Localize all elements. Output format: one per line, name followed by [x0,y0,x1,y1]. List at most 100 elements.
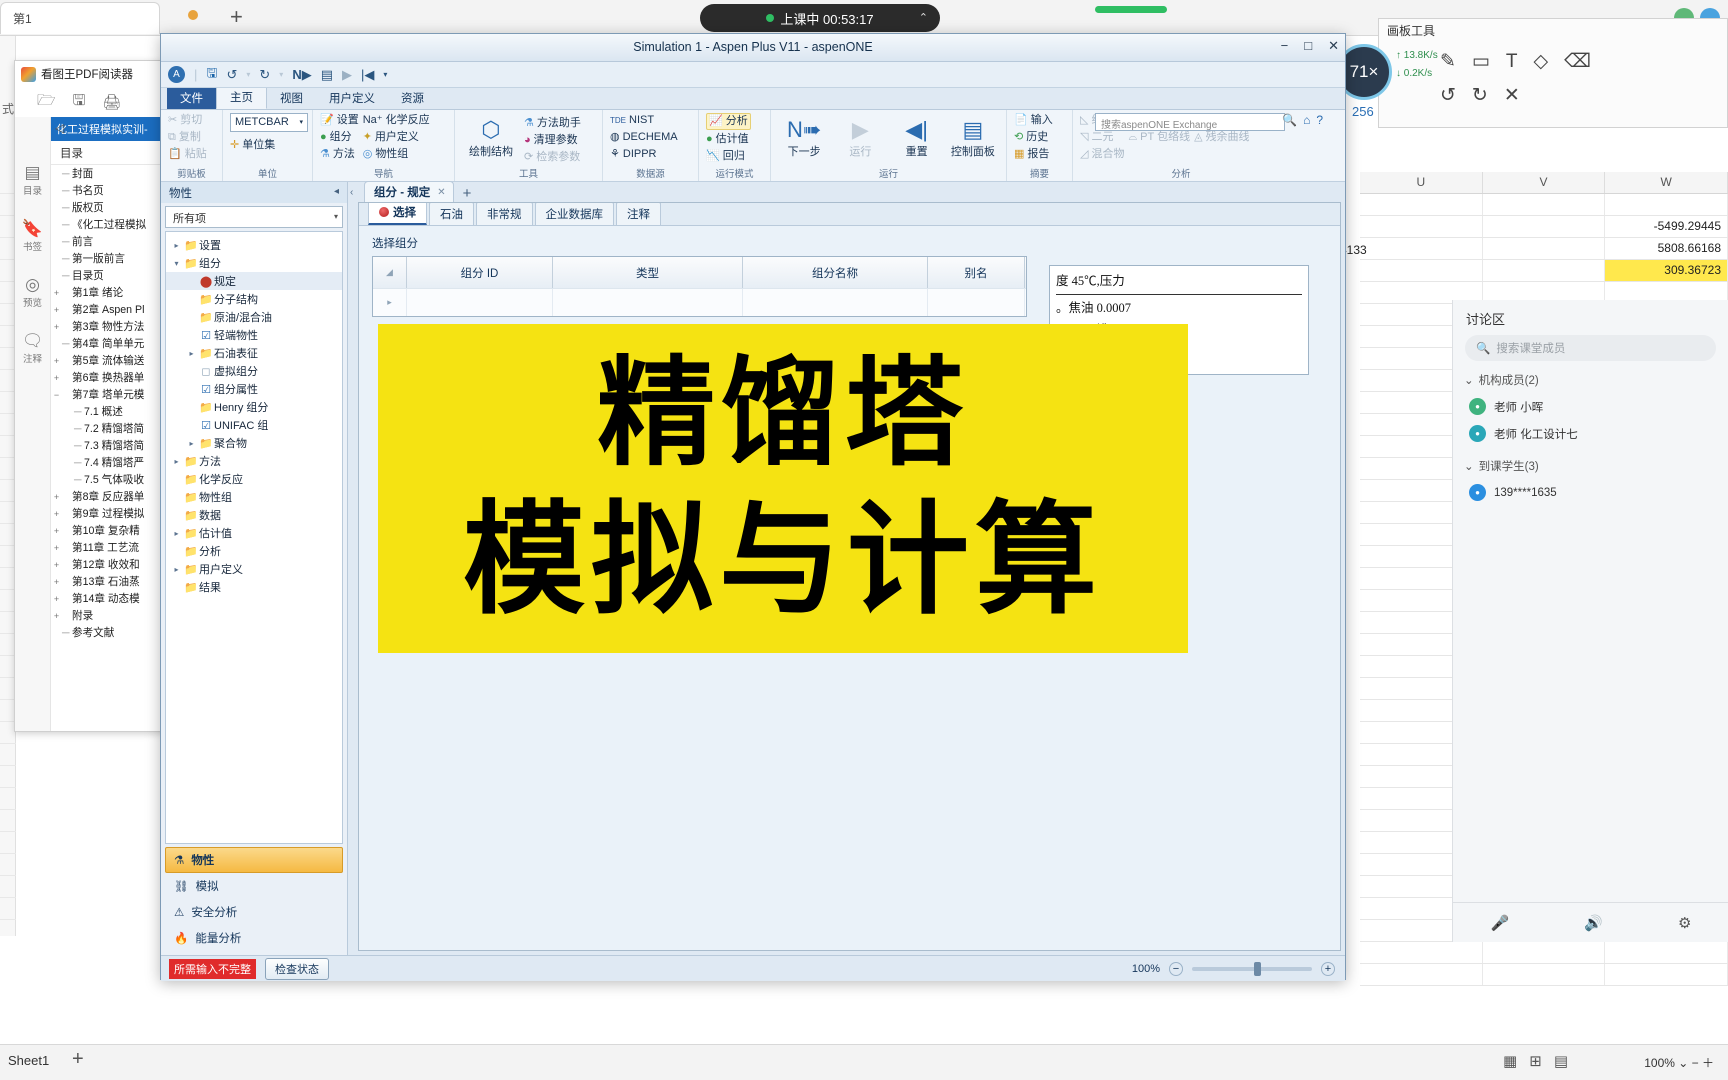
twisty-icon[interactable]: ▸ [185,349,198,358]
new-document-tab-button[interactable]: + [463,185,472,202]
reset-icon[interactable]: |◀ [361,67,374,83]
nav-mode-switcher[interactable]: ⚗物性⛓模拟⚠安全分析🔥能量分析 [161,844,347,955]
spreadsheet-cell[interactable] [1605,194,1728,215]
components-grid[interactable]: ◢ 组分 ID 类型 组分名称 别名 ▸ [372,256,1027,317]
unit-sets-button[interactable]: ✛单位集 [230,138,308,153]
dippr-button[interactable]: ⚘DIPPR [610,147,678,162]
pdf-rail-目录[interactable]: ▤目录 [15,163,50,197]
binary-button[interactable]: ◹二元 [1080,130,1124,145]
pdf-outline-item[interactable]: ─参考文献 [51,624,175,641]
setup-button[interactable]: 📝设置 [320,113,359,128]
chevron-down-icon[interactable]: ▾ [299,117,303,128]
nav-mode-物性[interactable]: ⚗物性 [165,847,343,873]
dechema-button[interactable]: ◍DECHEMA [610,130,678,145]
paint-tools-row-1[interactable]: ✎ ▭ T ◇ ⌫ [1440,50,1591,73]
search-actions[interactable]: 🔍 ⌂ ? [1282,113,1323,127]
pdf-outline-item[interactable]: +第10章 复杂精 [51,522,175,539]
inner-tab-选择[interactable]: 选择 [368,202,427,225]
pdf-outline-item[interactable]: ─前言 [51,233,175,250]
home-icon[interactable]: ⌂ [1303,113,1310,127]
pdf-outline-item[interactable]: ─7.4 精馏塔严 [51,454,175,471]
pdf-outline-item[interactable]: +第1章 绪论 [51,284,175,301]
chevron-down-icon[interactable]: ▾ [334,212,338,221]
ribbon-tab-文件[interactable]: 文件 [167,87,216,109]
pdf-outline-item[interactable]: ─目录页 [51,267,175,284]
estimation-button[interactable]: ●估计值 [706,132,751,147]
customize-button[interactable]: ✦用户定义 [363,130,430,145]
column-header-W[interactable]: W [1605,172,1728,193]
twisty-icon[interactable]: + [51,524,62,538]
chevron-down-icon[interactable]: ⌄ [1464,459,1474,473]
inner-tab-企业数据库[interactable]: 企业数据库 [535,202,615,225]
nav-tree-item-石油表征[interactable]: ▸📁石油表征 [166,344,342,362]
row-header[interactable] [0,832,16,854]
twisty-icon[interactable]: + [51,371,62,385]
nav-tree[interactable]: ▸📁设置▾📁组分⬤规定📁分子结构📁原油/混合油☑轻端物性▸📁石油表征◻虚拟组分☑… [165,231,343,844]
nav-tree-item-组分属性[interactable]: ☑组分属性 [166,380,342,398]
mixture-button[interactable]: ◿混合物 [1080,147,1124,162]
nav-tree-item-结果[interactable]: 📁结果 [166,578,342,596]
spreadsheet-cell[interactable]: -5499.29445 [1605,216,1728,237]
pdf-outline-item[interactable]: +第14章 动态模 [51,590,175,607]
twisty-icon[interactable]: ▸ [170,565,183,574]
paint-tools-row-2[interactable]: ↺ ↻ ✕ [1440,84,1520,107]
twisty-icon[interactable]: + [51,609,62,623]
spreadsheet-cell[interactable] [1360,942,1483,963]
pdf-outline-item[interactable]: ─7.1 概述 [51,403,175,420]
spreadsheet-row[interactable] [1360,942,1728,964]
run-icon[interactable]: ▶ [342,67,352,83]
list-item[interactable]: ●老师 化工设计七 [1453,420,1728,447]
collapse-outline-icon[interactable]: ◁ [55,121,64,135]
save-icon[interactable]: 🖫 [73,90,86,115]
pt-envelope-button[interactable]: ⌓PT 包络线 [1128,130,1190,145]
methods-button[interactable]: ⚗方法 [320,147,359,162]
member-group-header[interactable]: ⌄机构成员(2) [1453,361,1728,393]
inner-tab-非常规[interactable]: 非常规 [476,202,533,225]
control-panel-button[interactable]: ▤控制面板 [947,117,999,159]
spreadsheet-row[interactable]: -5499.29445 [1360,216,1728,238]
next-step-icon[interactable]: N▶ [292,67,311,83]
residue-curve-button[interactable]: ◬残余曲线 [1194,130,1249,145]
analysis-button[interactable]: 📈分析 [706,113,751,130]
quick-access-toolbar[interactable]: A | 🖫 ↺▾ ↻▾ N▶ ▤ ▶ |◀ ▾ [161,62,1345,88]
zoom-chevron-icon[interactable]: ⌄ − ＋ [1678,1056,1714,1070]
undo-icon[interactable]: ↺ [1440,84,1456,107]
units-set-dropdown[interactable]: METCBAR ▾ [230,113,308,132]
ribbon-tab-用户定义[interactable]: 用户定义 [316,87,388,109]
nav-mode-能量分析[interactable]: 🔥能量分析 [165,925,343,951]
spreadsheet-row[interactable]: 309.36723 [1360,260,1728,282]
nav-tree-item-组分[interactable]: ▾📁组分 [166,254,342,272]
redo-icon[interactable]: ↻ [1472,84,1488,107]
row-header[interactable] [0,766,16,788]
settings-icon[interactable]: ⚙ [1678,914,1691,932]
aspen-ribbon-tabs[interactable]: 文件主页视图用户定义资源 [161,88,1345,110]
column-header-V[interactable]: V [1483,172,1606,193]
nav-mode-模拟[interactable]: ⛓模拟 [165,873,343,899]
spreadsheet-cell[interactable] [1483,942,1606,963]
pdf-outline-item[interactable]: +第6章 换热器单 [51,369,175,386]
list-item[interactable]: ●139****1635 [1453,479,1728,506]
sheet-tab-sheet1[interactable]: Sheet1 [8,1053,49,1068]
nav-tree-item-规定[interactable]: ⬤规定 [166,272,342,290]
zoom-slider[interactable] [1192,967,1312,971]
control-panel-icon[interactable]: ▤ [321,67,333,83]
pdf-outline-item[interactable]: −第7章 塔单元模 [51,386,175,403]
nav-tree-item-用户定义[interactable]: ▸📁用户定义 [166,560,342,578]
nav-filter-dropdown[interactable]: 所有项 ▾ [165,206,343,228]
inner-tab-注释[interactable]: 注释 [616,202,661,225]
normal-view-icon[interactable]: ▦ [1503,1052,1517,1070]
nav-tree-item-化学反应[interactable]: 📁化学反应 [166,470,342,488]
spreadsheet-cell[interactable] [1605,964,1728,985]
aspen-orb-icon[interactable]: A [168,66,185,83]
clean-parameters-button[interactable]: ◕清理参数 [524,133,581,148]
pdf-outline-item[interactable]: +第13章 石油蒸 [51,573,175,590]
twisty-icon[interactable]: + [51,592,62,606]
clear-icon[interactable]: ✕ [1504,84,1520,107]
spreadsheet-cell[interactable] [1483,260,1606,281]
mic-icon[interactable]: 🎤 [1491,914,1510,932]
nav-mode-安全分析[interactable]: ⚠安全分析 [165,899,343,925]
twisty-icon[interactable]: + [51,303,62,317]
twisty-icon[interactable]: ▾ [170,259,183,268]
row-header[interactable] [0,876,16,898]
input-button[interactable]: 📄输入 [1014,113,1053,128]
